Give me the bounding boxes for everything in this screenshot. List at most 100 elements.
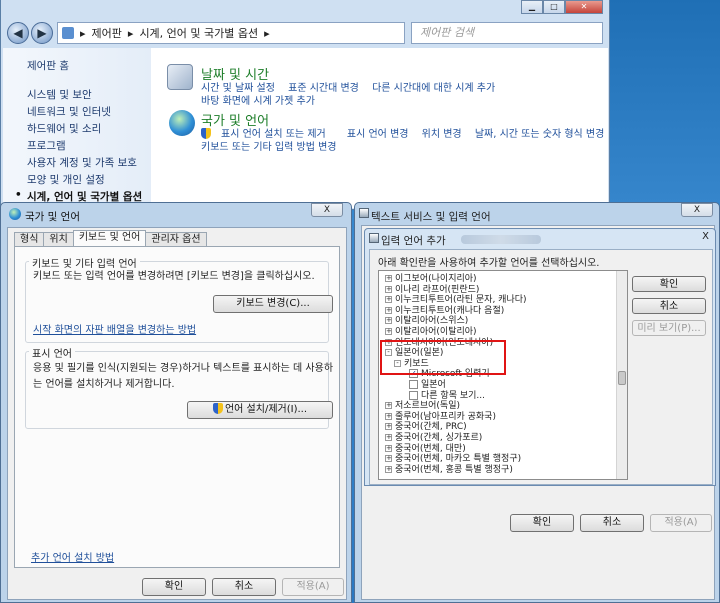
add-dialog-prompt: 아래 확인란을 사용하여 추가할 언어를 선택하십시오. bbox=[378, 258, 600, 269]
close-button[interactable]: X bbox=[311, 203, 343, 217]
link-change-display-language[interactable]: 표시 언어 변경 bbox=[347, 129, 409, 140]
close-button[interactable]: X bbox=[702, 231, 709, 242]
sidebar-item-home[interactable]: 제어판 홈 bbox=[27, 58, 151, 75]
checkbox[interactable] bbox=[409, 390, 418, 400]
sidebar-item-system-security[interactable]: 시스템 및 보안 bbox=[27, 87, 151, 104]
tree-item-label: 이누크티투트어(라틴 문자, 캐나다) bbox=[395, 295, 527, 306]
add-dialog-title: 입력 언어 추가 bbox=[381, 235, 446, 247]
ok-button[interactable]: 확인 bbox=[142, 578, 206, 596]
expand-icon[interactable]: + bbox=[385, 328, 392, 335]
expand-icon[interactable]: + bbox=[385, 412, 392, 420]
display-language-group-label: 표시 언어 bbox=[29, 345, 75, 360]
expand-icon[interactable]: + bbox=[385, 465, 392, 473]
expand-icon[interactable]: + bbox=[385, 317, 392, 325]
highlight-box bbox=[380, 340, 506, 375]
category-links-region-row2: 키보드 또는 기타 입력 방법 변경 bbox=[201, 138, 347, 153]
tab-administrative[interactable]: 관리자 옵션 bbox=[145, 232, 207, 246]
change-keyboards-button[interactable]: 키보드 변경(C)... bbox=[213, 295, 333, 313]
apply-button[interactable]: 적용(A) bbox=[650, 514, 712, 532]
breadcrumb-current[interactable]: 시계, 언어 및 국가별 옵션 bbox=[139, 25, 258, 41]
close-button[interactable]: X bbox=[681, 203, 713, 217]
expand-icon[interactable]: + bbox=[385, 285, 392, 293]
tree-item-label: 이나리 라프어(핀란드) bbox=[395, 284, 480, 295]
expand-icon[interactable]: + bbox=[385, 444, 392, 452]
link-add-clock-gadget[interactable]: 바탕 화면에 시계 가젯 추가 bbox=[201, 96, 315, 107]
tree-item-label: 저소르브어(독일) bbox=[395, 401, 460, 412]
globe-icon bbox=[169, 110, 195, 136]
tree-item-label: 중국어(간체, 싱가포르) bbox=[395, 433, 483, 443]
globe-icon bbox=[9, 208, 21, 220]
sidebar: 제어판 홈 시스템 및 보안 네트워크 및 인터넷 하드웨어 및 소리 프로그램… bbox=[3, 48, 151, 208]
preview-button[interactable]: 미리 보기(P)... bbox=[632, 320, 706, 336]
welcome-screen-keyboard-link[interactable]: 시작 화면의 자판 배열을 변경하는 방법 bbox=[33, 321, 196, 336]
back-button[interactable]: ◀ bbox=[7, 22, 29, 44]
breadcrumb-separator-icon: ▸ bbox=[264, 26, 270, 40]
tab-formats[interactable]: 형식 bbox=[14, 232, 45, 246]
tree-item-label: 이탈리아어(스위스) bbox=[395, 316, 469, 327]
ok-button[interactable]: 확인 bbox=[510, 514, 574, 532]
calendar-clock-icon bbox=[167, 64, 193, 90]
tree-item-label: 이탈리아어(이탈리아) bbox=[395, 327, 477, 337]
expand-icon[interactable]: + bbox=[385, 455, 392, 463]
forward-button[interactable]: ▶ bbox=[31, 22, 53, 44]
blurred-text bbox=[461, 235, 541, 244]
expand-icon[interactable]: + bbox=[385, 423, 392, 431]
sidebar-item-programs[interactable]: 프로그램 bbox=[27, 138, 151, 155]
tree-item-label: 줄루어(남아프리카 공화국) bbox=[395, 411, 496, 422]
tree-item-label: 중국어(번체, 대만) bbox=[395, 443, 466, 454]
sidebar-item-hardware-sound[interactable]: 하드웨어 및 소리 bbox=[27, 121, 151, 138]
tab-keyboards-languages[interactable]: 키보드 및 언어 bbox=[72, 230, 147, 246]
tree-item-label: 중국어(번체, 마카오 특별 행정구) bbox=[395, 454, 522, 465]
install-more-languages-link[interactable]: 추가 언어 설치 방법 bbox=[31, 549, 114, 564]
checkbox[interactable] bbox=[409, 380, 418, 389]
dialog-client: 형식 위치 키보드 및 언어 관리자 옵션 키보드 및 기타 입력 언어 키보드… bbox=[7, 227, 347, 600]
language-tree[interactable]: + 이그보어(나이지리아) + 이나리 라프어(핀란드) + 이누크티투트어(라틴 문자,… bbox=[378, 270, 628, 480]
tree-item-label: 이누크티투트어(캐나다 음절) bbox=[395, 305, 505, 316]
scrollbar-thumb[interactable] bbox=[618, 371, 626, 385]
tree-item-label: 이그보어(나이지리아) bbox=[395, 274, 477, 284]
install-uninstall-label: 언어 설치/제거(I)... bbox=[224, 404, 308, 415]
maximize-button[interactable]: □ bbox=[543, 0, 565, 14]
expand-icon[interactable]: + bbox=[385, 434, 392, 441]
keyboard-icon bbox=[359, 208, 369, 218]
keyboard-icon bbox=[369, 233, 379, 243]
window-controls: ▁ □ ✕ bbox=[521, 0, 603, 14]
control-panel-window: ▁ □ ✕ ◀ ▶ ▸ 제어판 ▸ 시계, 언어 및 국가별 옵션 ▸ 제어판 … bbox=[0, 0, 610, 210]
cancel-button[interactable]: 취소 bbox=[580, 514, 644, 532]
tab-panel: 키보드 및 기타 입력 언어 키보드 또는 입력 언어를 변경하려면 [키보드 … bbox=[14, 246, 340, 568]
expand-icon[interactable]: + bbox=[385, 306, 392, 314]
expand-icon[interactable]: + bbox=[385, 296, 392, 304]
control-panel-icon bbox=[62, 27, 74, 39]
sidebar-item-user-accounts[interactable]: 사용자 계정 및 가족 보호 bbox=[27, 155, 151, 172]
cancel-button[interactable]: 취소 bbox=[632, 298, 706, 314]
ok-button[interactable]: 확인 bbox=[632, 276, 706, 292]
expand-icon[interactable]: + bbox=[385, 402, 392, 410]
dialog-client: 입력 언어 추가 X 아래 확인란을 사용하여 추가할 언어를 선택하십시오. … bbox=[361, 225, 716, 600]
tree-scrollbar[interactable] bbox=[616, 271, 627, 479]
address-bar[interactable]: ▸ 제어판 ▸ 시계, 언어 및 국가별 옵션 ▸ bbox=[57, 22, 405, 44]
sidebar-item-appearance[interactable]: 모양 및 개인 설정 bbox=[27, 172, 151, 189]
link-add-clocks[interactable]: 다른 시간대에 대한 시계 추가 bbox=[372, 83, 495, 94]
keyboard-group-label: 키보드 및 기타 입력 언어 bbox=[29, 255, 140, 270]
link-change-location[interactable]: 위치 변경 bbox=[422, 129, 462, 140]
display-language-text-1: 응용 및 필기를 인식(지원되는 경우)하거나 텍스트를 표시하는 데 사용하 bbox=[33, 363, 334, 374]
breadcrumb-root[interactable]: 제어판 bbox=[92, 25, 122, 41]
cancel-button[interactable]: 취소 bbox=[212, 578, 276, 596]
display-language-text-2: 는 언어를 설치하거나 제거합니다. bbox=[33, 379, 175, 390]
sidebar-item-network[interactable]: 네트워크 및 인터넷 bbox=[27, 104, 151, 121]
search-input[interactable]: 제어판 검색 bbox=[411, 22, 603, 44]
breadcrumb-separator-icon: ▸ bbox=[80, 26, 86, 40]
link-change-formats[interactable]: 날짜, 시간 또는 숫자 형식 변경 bbox=[475, 129, 604, 140]
region-language-dialog: 국가 및 언어 X 형식 위치 키보드 및 언어 관리자 옵션 키보드 및 기타… bbox=[0, 202, 352, 603]
expand-icon[interactable]: + bbox=[385, 275, 392, 282]
minimize-button[interactable]: ▁ bbox=[521, 0, 543, 14]
apply-button[interactable]: 적용(A) bbox=[282, 578, 344, 596]
install-uninstall-languages-button[interactable]: 언어 설치/제거(I)... bbox=[187, 401, 333, 419]
uac-shield-icon bbox=[212, 403, 223, 414]
tab-location[interactable]: 위치 bbox=[43, 232, 74, 246]
keyboard-group-text: 키보드 또는 입력 언어를 변경하려면 [키보드 변경]을 클릭하십시오. bbox=[33, 271, 315, 282]
tab-strip: 형식 위치 키보드 및 언어 관리자 옵션 bbox=[14, 230, 207, 246]
close-button[interactable]: ✕ bbox=[565, 0, 603, 14]
link-change-keyboards[interactable]: 키보드 또는 기타 입력 방법 변경 bbox=[201, 142, 337, 153]
tree-item-label: 중국어(번체, 홍콩 특별 행정구) bbox=[395, 464, 513, 475]
